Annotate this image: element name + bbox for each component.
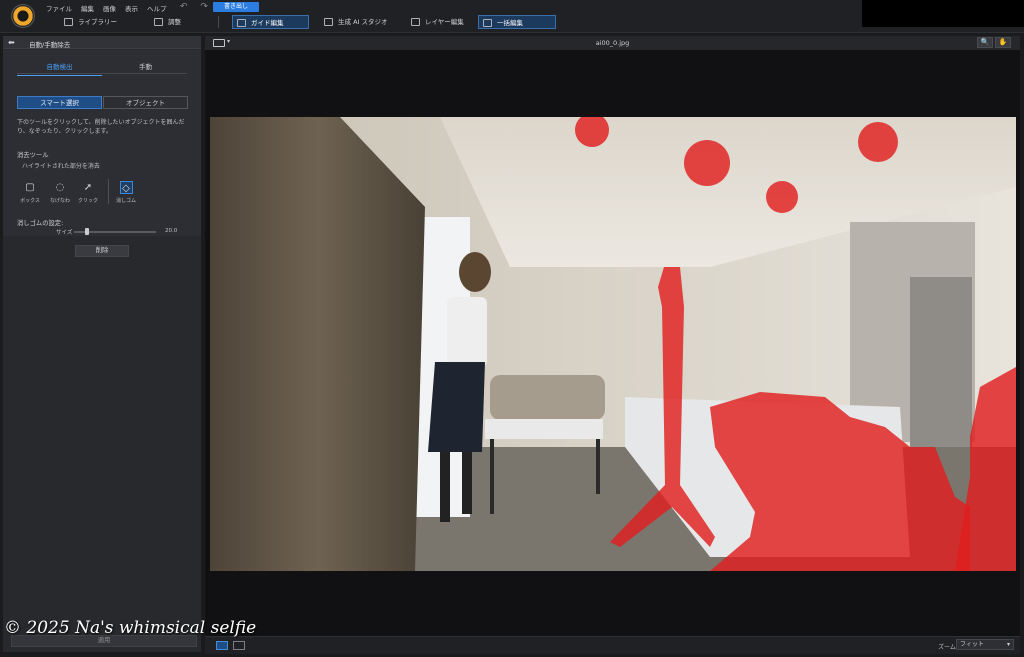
adjust-label: 調整 bbox=[168, 18, 181, 26]
table-leg bbox=[490, 439, 494, 514]
eraser-tool[interactable]: ◇ 消しゴム bbox=[115, 181, 137, 204]
magic-wand-icon bbox=[237, 19, 246, 27]
divider bbox=[218, 16, 219, 28]
menu-view[interactable]: 表示 bbox=[125, 3, 138, 13]
menu-edit[interactable]: 編集 bbox=[81, 3, 94, 13]
table-leg bbox=[596, 439, 600, 494]
guided-edit-label: ガイド編集 bbox=[251, 19, 284, 27]
export-button[interactable]: 書き出し bbox=[213, 2, 259, 12]
eraser-tool-label: 消去ツール bbox=[17, 152, 49, 159]
guided-edit-mode-button[interactable]: ガイド編集 bbox=[232, 15, 309, 29]
smart-select-button[interactable]: スマート選択 bbox=[17, 96, 102, 109]
layer-edit-label: レイヤー編集 bbox=[425, 18, 464, 26]
library-mode-button[interactable]: ライブラリー bbox=[60, 15, 120, 29]
menu-file[interactable]: ファイル bbox=[46, 3, 72, 13]
library-label: ライブラリー bbox=[78, 18, 117, 26]
click-tool-label: クリック bbox=[77, 198, 98, 204]
removal-options-card: 自動検出 手動 スマート選択 オブジェクト 下のツールをクリックして、削除したい… bbox=[3, 50, 201, 236]
click-pointer-icon: ➚ bbox=[83, 182, 93, 193]
panel-header: ⬅ 自動/手動除去 bbox=[3, 36, 201, 49]
curtain bbox=[210, 117, 425, 571]
left-panel: ⬅ 自動/手動除去 自動検出 手動 スマート選択 オブジェクト 下のツールをクリ… bbox=[3, 36, 201, 652]
watermark: © 2025 Na's whimsical selfie bbox=[4, 618, 257, 638]
batch-edit-mode-button[interactable]: 一括編集 bbox=[478, 15, 556, 29]
layers-icon bbox=[411, 18, 420, 26]
menu-bar: ファイル 編集 画像 表示 ヘルプ bbox=[46, 3, 167, 13]
delete-button[interactable]: 削除 bbox=[75, 245, 129, 257]
person-shirt bbox=[447, 297, 487, 367]
hand-tool-icon[interactable]: ✋ bbox=[995, 37, 1011, 48]
sofa bbox=[490, 375, 605, 420]
person-leg bbox=[462, 452, 472, 514]
sliders-icon bbox=[154, 18, 163, 26]
menu-help[interactable]: ヘルプ bbox=[147, 3, 167, 13]
back-arrow-icon[interactable]: ⬅ bbox=[8, 38, 15, 47]
lasso-icon: ◌ bbox=[55, 182, 65, 193]
eraser-icon: ◇ bbox=[119, 181, 133, 194]
door bbox=[910, 277, 972, 447]
click-tool[interactable]: ➚ クリック bbox=[77, 181, 99, 204]
size-slider-thumb[interactable] bbox=[85, 228, 89, 235]
viewer-header: ▾ ai00_0.jpg 🔍 ✋ bbox=[205, 36, 1020, 50]
zoom-tool-icon[interactable]: 🔍 bbox=[977, 37, 993, 48]
menu-image[interactable]: 画像 bbox=[103, 3, 116, 13]
eraser-tool-label-text: 消しゴム bbox=[115, 198, 136, 204]
zoom-value: フィット bbox=[960, 641, 984, 648]
ai-studio-label: 生成 AI スタジオ bbox=[338, 18, 388, 26]
person-head bbox=[459, 252, 491, 292]
lasso-tool-label: なげなわ bbox=[49, 198, 70, 204]
file-name: ai00_0.jpg bbox=[595, 39, 630, 47]
adjust-mode-button[interactable]: 調整 bbox=[150, 15, 195, 29]
single-view-icon[interactable] bbox=[216, 641, 228, 650]
batch-icon bbox=[483, 19, 492, 27]
box-tool[interactable]: ▢ ボックス bbox=[19, 181, 41, 204]
sparkle-icon bbox=[324, 18, 333, 26]
size-value: 20.0 bbox=[165, 228, 178, 234]
window-controls-area bbox=[862, 0, 1024, 27]
layer-edit-mode-button[interactable]: レイヤー編集 bbox=[407, 15, 467, 29]
zoom-label: ズーム bbox=[938, 644, 956, 651]
size-label: サイズ bbox=[56, 230, 73, 236]
chevron-down-icon: ▾ bbox=[1006, 641, 1010, 648]
image-viewer: ▾ ai00_0.jpg 🔍 ✋ ズーム フィット ▾ bbox=[205, 36, 1020, 654]
library-icon bbox=[64, 18, 73, 26]
ai-studio-mode-button[interactable]: 生成 AI スタジオ bbox=[320, 15, 395, 29]
object-button[interactable]: オブジェクト bbox=[103, 96, 188, 109]
mask-ceiling-light bbox=[766, 181, 798, 213]
panel-title: 自動/手動除去 bbox=[29, 41, 71, 49]
zoom-select[interactable]: フィット ▾ bbox=[956, 639, 1014, 650]
title-bar: ファイル 編集 画像 表示 ヘルプ ↶ ↷ 書き出し ライブラリー 調整 ガイド… bbox=[0, 0, 1024, 33]
mask-ceiling-light bbox=[684, 140, 730, 186]
compare-view-icon[interactable] bbox=[233, 641, 245, 650]
undo-redo-icons[interactable]: ↶ ↷ bbox=[180, 2, 213, 12]
eraser-settings-label: 消しゴムの設定: bbox=[17, 220, 64, 227]
coffee-table bbox=[485, 419, 603, 439]
tool-divider bbox=[108, 179, 109, 204]
person-leg bbox=[440, 452, 450, 522]
photo-canvas[interactable] bbox=[210, 117, 1016, 571]
app-logo-icon bbox=[11, 4, 35, 28]
tab-underline bbox=[17, 73, 187, 74]
box-tool-label: ボックス bbox=[20, 198, 40, 204]
lasso-tool[interactable]: ◌ なげなわ bbox=[49, 181, 71, 204]
box-select-icon: ▢ bbox=[25, 182, 35, 193]
viewer-footer: ズーム フィット ▾ bbox=[205, 636, 1020, 654]
eraser-tool-description: ハイライトされた部分を消去 bbox=[22, 163, 100, 170]
mask-ceiling-light bbox=[858, 122, 898, 162]
instruction-text: 下のツールをクリックして、削除したいオブジェクトを囲んだり、なぞったり、クリック… bbox=[17, 119, 185, 135]
person-skirt bbox=[428, 362, 485, 452]
batch-edit-label: 一括編集 bbox=[497, 19, 523, 27]
